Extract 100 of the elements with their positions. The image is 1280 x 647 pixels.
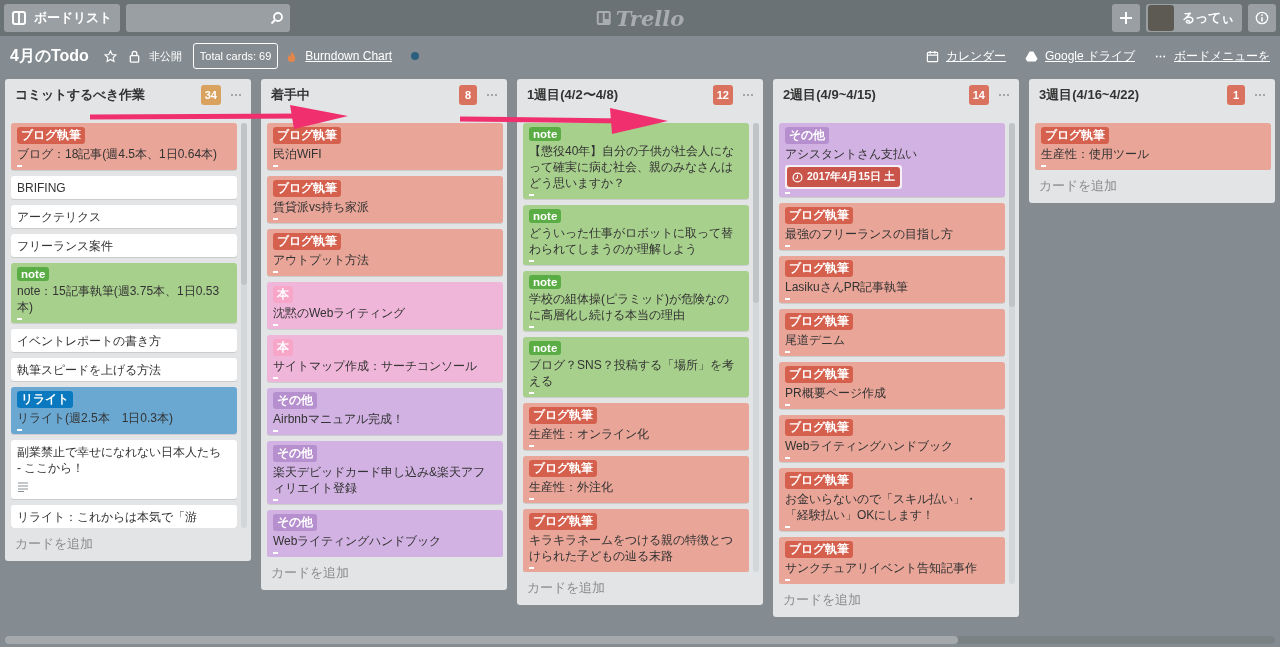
card[interactable]: 本 サイトマップ作成：サーチコンソール bbox=[267, 335, 503, 382]
list-title[interactable]: コミットするべき作業 bbox=[15, 86, 201, 104]
drive-triangle-icon bbox=[1024, 49, 1038, 63]
card-label: その他 bbox=[273, 445, 317, 462]
card[interactable]: リライト リライト(週2.5本 1日0.3本) bbox=[11, 387, 237, 434]
card-label: ブログ執筆 bbox=[17, 127, 85, 144]
card-label: note bbox=[529, 127, 562, 141]
badge-dash-icon bbox=[17, 165, 22, 167]
plus-icon bbox=[1119, 11, 1133, 25]
card-title: サンクチュアリイベント告知記事作 bbox=[785, 560, 977, 576]
card-label: note bbox=[529, 275, 562, 289]
card[interactable]: 副業禁止で幸せになれない日本人たち - ここから！ bbox=[11, 440, 237, 499]
badge-dash-icon bbox=[273, 377, 278, 379]
search-field[interactable] bbox=[126, 4, 290, 32]
horizontal-scrollbar[interactable] bbox=[5, 636, 1275, 644]
google-drive-link[interactable]: Google ドライブ bbox=[1044, 47, 1135, 65]
card-count-badge: 1 bbox=[1227, 85, 1245, 105]
card-title: 民泊WiFI bbox=[273, 146, 322, 162]
card[interactable]: note どういった仕事がロボットに取って替わられてしまうのか理解しよう bbox=[523, 205, 749, 265]
badge-dash-icon bbox=[785, 351, 790, 353]
more-icon[interactable] bbox=[229, 92, 243, 98]
card[interactable]: アークテリクス bbox=[11, 205, 237, 228]
card-title: フリーランス案件 bbox=[17, 238, 113, 254]
more-icon[interactable] bbox=[1253, 92, 1267, 98]
more-icon[interactable] bbox=[741, 92, 755, 98]
calendar-link[interactable]: カレンダー bbox=[945, 47, 1006, 65]
card[interactable]: ブログ執筆 LasikuさんPR記事執筆 bbox=[779, 256, 1005, 303]
card[interactable]: note ブログ？SNS？投稿する「場所」を考える bbox=[523, 337, 749, 397]
card[interactable]: フリーランス案件 bbox=[11, 234, 237, 257]
card[interactable]: 本 沈黙のWebライティング bbox=[267, 282, 503, 329]
card-title: リライト：これからは本気で「游 bbox=[17, 509, 197, 525]
board-menu-link[interactable]: ボードメニューを bbox=[1174, 47, 1270, 65]
card-label: ブログ執筆 bbox=[785, 366, 853, 383]
card-title: 生産性：オンライン化 bbox=[529, 426, 649, 442]
card[interactable]: ブログ執筆 キラキラネームをつける親の特徴とつけられた子どもの辿る末路 bbox=[523, 509, 749, 572]
card-title: お金いらないので「スキル払い」・「経験払い」OKにします！ bbox=[785, 491, 978, 523]
card[interactable]: note note：15記事執筆(週3.75本、1日0.53本) bbox=[11, 263, 237, 323]
card[interactable]: ブログ執筆 Webライティングハンドブック bbox=[779, 415, 1005, 462]
card[interactable]: その他 Airbnbマニュアル完成！ bbox=[267, 388, 503, 435]
board-title[interactable]: 4月のTodo bbox=[10, 45, 89, 67]
card[interactable]: ブログ執筆 ブログ：18記事(週4.5本、1日0.64本) bbox=[11, 123, 237, 170]
card[interactable]: ブログ執筆 生産性：使用ツール bbox=[1035, 123, 1271, 170]
card[interactable]: その他 アシスタントさん支払い 2017年4月15日 土 bbox=[779, 123, 1005, 197]
card-title: 楽天デビッドカード申し込み&楽天アフィリエイト登録 bbox=[273, 464, 486, 496]
more-icon[interactable] bbox=[485, 92, 499, 98]
card[interactable]: ブログ執筆 生産性：外注化 bbox=[523, 456, 749, 503]
card[interactable]: ブログ執筆 アウトプット方法 bbox=[267, 229, 503, 276]
card[interactable]: ブログ執筆 お金いらないので「スキル払い」・「経験払い」OKにします！ bbox=[779, 468, 1005, 531]
badge-dash-icon bbox=[273, 324, 278, 326]
card-label: note bbox=[529, 209, 562, 223]
card[interactable]: イベントレポートの書き方 bbox=[11, 329, 237, 352]
card[interactable]: note 【懲役40年】自分の子供が社会人になって確実に病む社会、親のみなさんはどう思いますか？ bbox=[523, 123, 749, 199]
list-title[interactable]: 1週目(4/2〜4/8) bbox=[527, 86, 713, 104]
card[interactable]: 執筆スピードを上げる方法 bbox=[11, 358, 237, 381]
card-label: note bbox=[17, 267, 50, 281]
card[interactable]: note 学校の組体操(ピラミッド)が危険なのに高層化し続ける本当の理由 bbox=[523, 271, 749, 331]
card[interactable]: ブログ執筆 PR概要ページ作成 bbox=[779, 362, 1005, 409]
card-label: ブログ執筆 bbox=[529, 513, 597, 530]
card-title: 【懲役40年】自分の子供が社会人になって確実に病む社会、親のみなさんはどう思いますか？ bbox=[529, 143, 736, 191]
card-title: PR概要ページ作成 bbox=[785, 385, 886, 401]
card[interactable]: その他 Webライティングハンドブック bbox=[267, 510, 503, 557]
card-title: 学校の組体操(ピラミッド)が危険なのに高層化し続ける本当の理由 bbox=[529, 291, 730, 323]
card-title: Airbnbマニュアル完成！ bbox=[273, 411, 404, 427]
list-title[interactable]: 2週目(4/9~4/15) bbox=[783, 86, 969, 104]
card-label: ブログ執筆 bbox=[273, 127, 341, 144]
card-label: ブログ執筆 bbox=[785, 472, 853, 489]
card[interactable]: BRIFING bbox=[11, 176, 237, 199]
card[interactable]: ブログ執筆 サンクチュアリイベント告知記事作 bbox=[779, 537, 1005, 584]
list-title[interactable]: 3週目(4/16~4/22) bbox=[1039, 86, 1227, 104]
card-label: ブログ執筆 bbox=[1041, 127, 1109, 144]
card-title: サイトマップ作成：サーチコンソール bbox=[273, 358, 477, 374]
card[interactable]: ブログ執筆 尾道デニム bbox=[779, 309, 1005, 356]
card-label: ブログ執筆 bbox=[785, 419, 853, 436]
visibility-button[interactable]: 非公開 bbox=[123, 48, 186, 64]
burndown-chart-link[interactable]: Burndown Chart bbox=[305, 49, 393, 63]
badge-dash-icon bbox=[529, 445, 534, 447]
star-icon[interactable] bbox=[103, 49, 117, 63]
card-count-badge: 12 bbox=[712, 85, 733, 105]
info-button[interactable] bbox=[1248, 4, 1276, 32]
calendar-icon bbox=[925, 49, 939, 63]
card[interactable]: ブログ執筆 生産性：オンライン化 bbox=[523, 403, 749, 450]
badge-dash-icon bbox=[273, 218, 278, 220]
card[interactable]: リライト：これからは本気で「游 bbox=[11, 505, 237, 528]
card[interactable]: ブログ執筆 民泊WiFI bbox=[267, 123, 503, 170]
more-icon[interactable] bbox=[997, 92, 1011, 98]
badge-dash-icon bbox=[529, 498, 534, 500]
card[interactable]: ブログ執筆 賃貸派vs持ち家派 bbox=[267, 176, 503, 223]
due-date-badge: 2017年4月15日 土 bbox=[787, 167, 900, 187]
badge-dash-icon bbox=[273, 430, 278, 432]
badge-dash-icon bbox=[529, 392, 534, 394]
add-button[interactable] bbox=[1112, 4, 1140, 32]
card-count-badge: 34 bbox=[200, 85, 221, 105]
scrollbar[interactable] bbox=[1009, 123, 1015, 584]
card-label: ブログ執筆 bbox=[785, 313, 853, 330]
scrollbar[interactable] bbox=[241, 123, 247, 528]
badge-dash-icon bbox=[273, 165, 278, 167]
scrollbar[interactable] bbox=[753, 123, 759, 572]
card[interactable]: その他 楽天デビッドカード申し込み&楽天アフィリエイト登録 bbox=[267, 441, 503, 504]
card[interactable]: ブログ執筆 最強のフリーランスの目指し方 bbox=[779, 203, 1005, 250]
list-title[interactable]: 着手中 bbox=[271, 86, 459, 104]
